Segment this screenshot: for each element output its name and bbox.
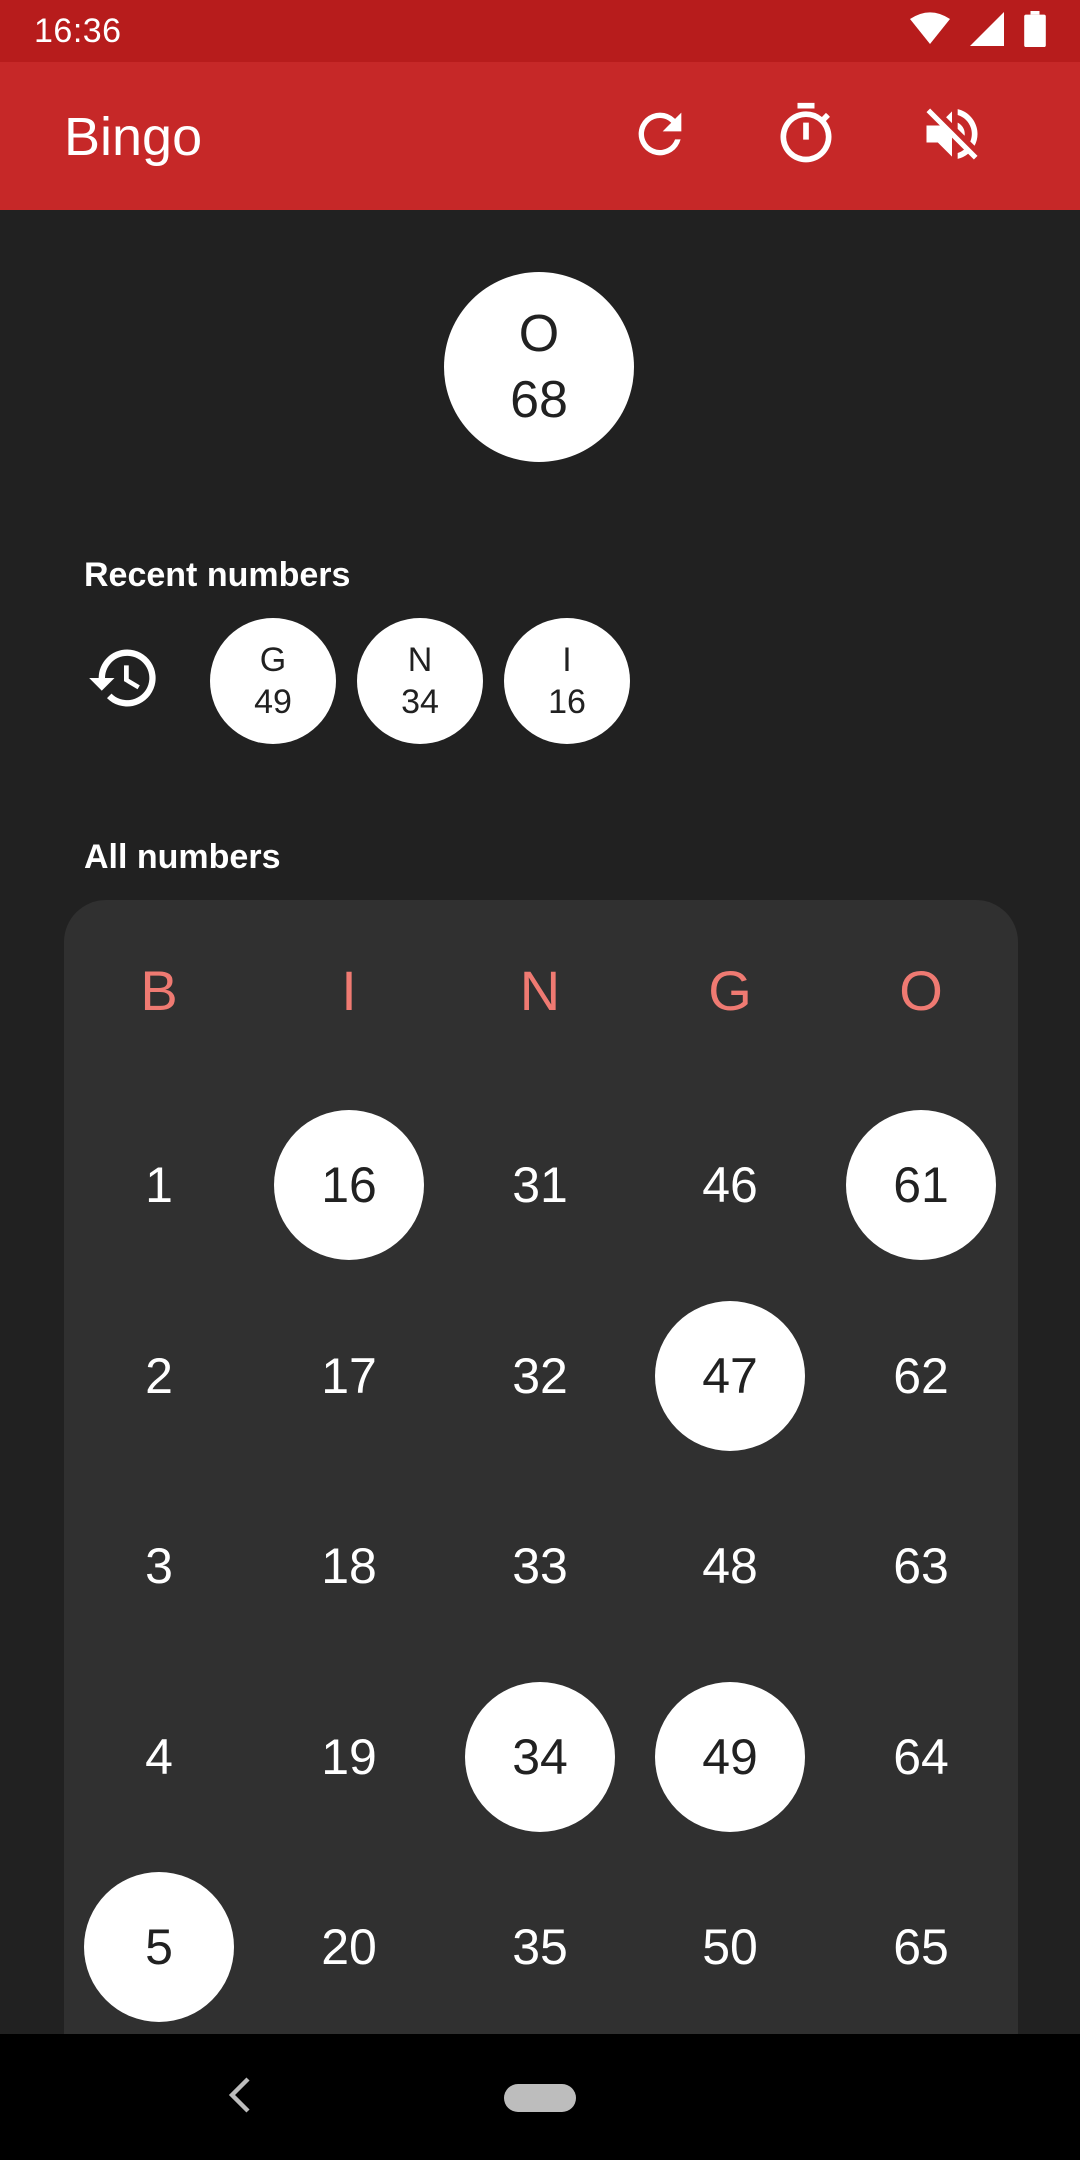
number-cell[interactable]: 35 — [465, 1872, 615, 2022]
volume-off-icon — [918, 100, 986, 173]
home-pill-icon[interactable] — [504, 2084, 576, 2112]
number-cell[interactable]: 49 — [655, 1682, 805, 1832]
number-cell[interactable]: 17 — [274, 1301, 424, 1451]
column-header-i: I — [341, 959, 357, 1022]
column-header-g: G — [708, 959, 752, 1022]
column-header-o: O — [899, 959, 943, 1022]
current-ball-number: 68 — [510, 371, 568, 429]
recent-ball-letter: N — [407, 641, 433, 679]
mute-button[interactable] — [912, 96, 992, 176]
number-cell[interactable]: 4 — [84, 1682, 234, 1832]
number-cell[interactable]: 65 — [846, 1872, 996, 2022]
recent-numbers-label: Recent numbers — [84, 556, 351, 594]
status-bar: 16:36 — [0, 0, 1080, 62]
column-header-b: B — [140, 959, 178, 1022]
status-icons — [910, 10, 1046, 52]
recent-ball-number: 16 — [548, 683, 586, 721]
number-cell[interactable]: 46 — [655, 1110, 805, 1260]
navigation-bar — [0, 2034, 1080, 2160]
recent-ball-number: 49 — [254, 683, 292, 721]
number-cell[interactable]: 64 — [846, 1682, 996, 1832]
current-ball-letter: O — [518, 305, 560, 363]
wifi-icon — [910, 11, 950, 51]
refresh-button[interactable] — [620, 96, 700, 176]
number-cell[interactable]: 33 — [465, 1491, 615, 1641]
signal-icon — [968, 11, 1006, 51]
all-numbers-label: All numbers — [84, 838, 281, 876]
app-bar: Bingo — [0, 62, 1080, 210]
number-cell[interactable]: 47 — [655, 1301, 805, 1451]
back-button[interactable] — [210, 2062, 270, 2132]
number-cell[interactable]: 62 — [846, 1301, 996, 1451]
number-cell[interactable]: 63 — [846, 1491, 996, 1641]
refresh-icon — [628, 102, 692, 171]
back-icon — [228, 2076, 252, 2118]
number-cell[interactable]: 5 — [84, 1872, 234, 2022]
number-cell[interactable]: 1 — [84, 1110, 234, 1260]
history-icon — [86, 640, 162, 721]
timer-icon — [772, 100, 840, 173]
number-cell[interactable]: 19 — [274, 1682, 424, 1832]
number-cell[interactable]: 2 — [84, 1301, 234, 1451]
recent-ball-letter: G — [259, 641, 287, 679]
number-cell[interactable]: 61 — [846, 1110, 996, 1260]
recent-ball: G 49 — [210, 618, 336, 744]
number-cell[interactable]: 16 — [274, 1110, 424, 1260]
number-board: B I N G O 1 16 31 46 61 2 17 32 47 62 3 … — [64, 900, 1018, 2034]
history-button[interactable] — [84, 640, 164, 720]
recent-ball-letter: I — [562, 641, 572, 679]
battery-icon — [1024, 10, 1046, 52]
current-ball: O 68 — [444, 272, 634, 462]
app-title: Bingo — [64, 107, 203, 167]
number-cell[interactable]: 50 — [655, 1872, 805, 2022]
number-cell[interactable]: 34 — [465, 1682, 615, 1832]
number-cell[interactable]: 18 — [274, 1491, 424, 1641]
number-cell[interactable]: 20 — [274, 1872, 424, 2022]
recent-ball: N 34 — [357, 618, 483, 744]
number-cell[interactable]: 3 — [84, 1491, 234, 1641]
status-time: 16:36 — [34, 11, 122, 50]
timer-button[interactable] — [766, 96, 846, 176]
recent-ball-number: 34 — [401, 683, 439, 721]
number-cell[interactable]: 32 — [465, 1301, 615, 1451]
column-header-n: N — [519, 959, 561, 1022]
recent-ball: I 16 — [504, 618, 630, 744]
number-cell[interactable]: 31 — [465, 1110, 615, 1260]
number-cell[interactable]: 48 — [655, 1491, 805, 1641]
